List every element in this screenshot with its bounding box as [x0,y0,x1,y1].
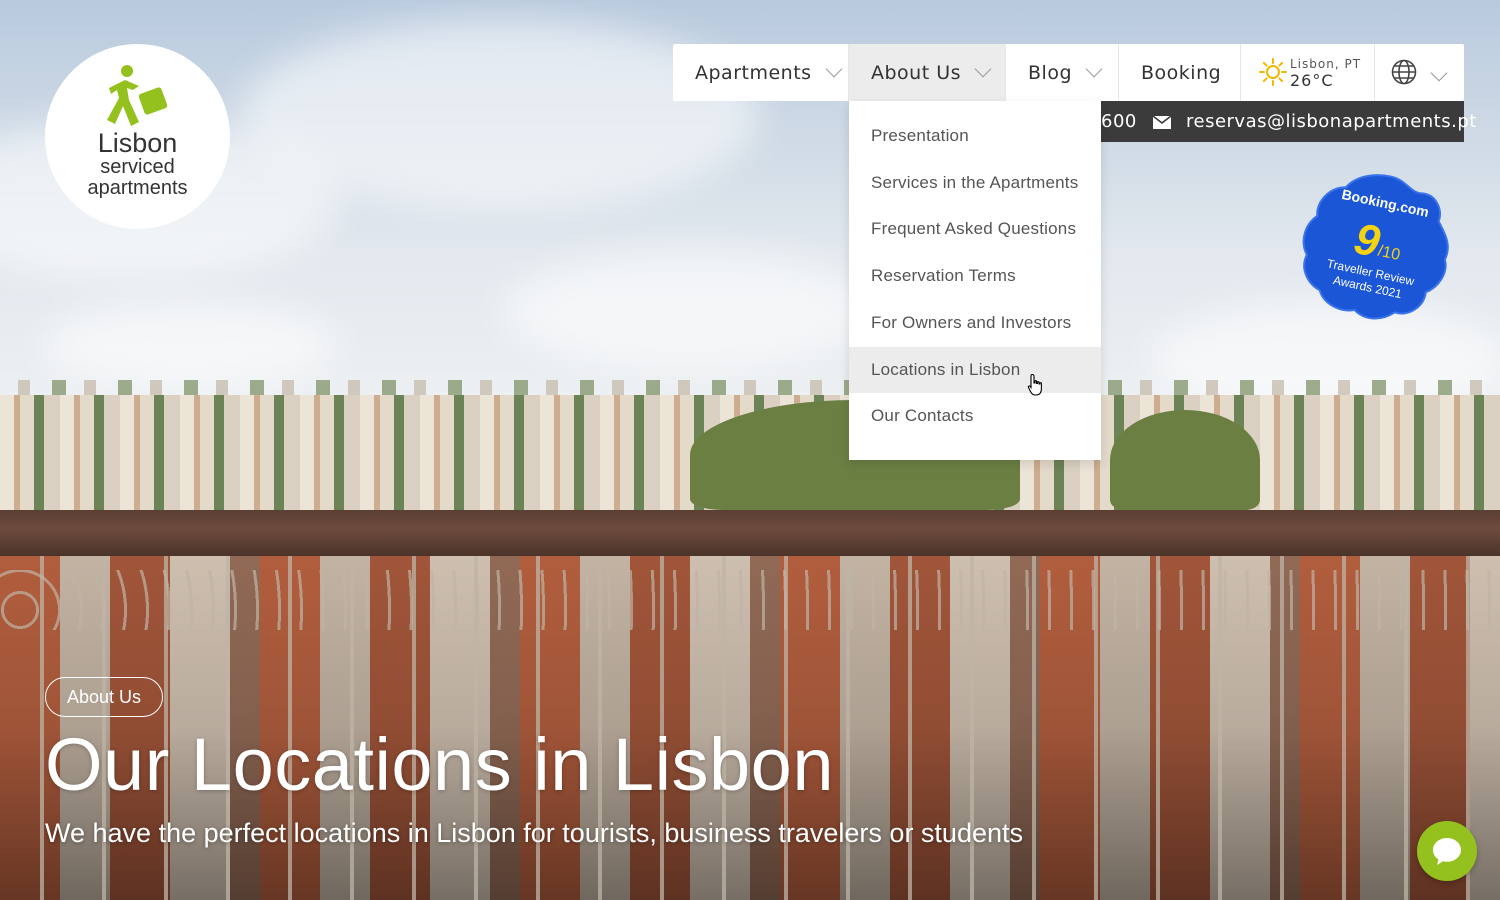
menu-item-contacts[interactable]: Our Contacts [849,393,1101,439]
logo-text-line2: serviced [100,156,175,178]
nav-label-about-us: About Us [871,61,962,84]
chevron-down-icon [974,60,992,78]
menu-item-services[interactable]: Services in the Apartments [849,160,1101,206]
booking-award-badge: Booking.com 9 /10 Traveller Review Award… [1302,174,1449,320]
logo-text-line1: Lisbon [97,128,178,158]
nav-item-apartments[interactable]: Apartments [673,44,849,101]
main-nav: Apartments About Us Blog Booking Lisbon,… [673,44,1464,101]
nav-label-apartments: Apartments [695,61,812,84]
about-us-dropdown-menu: Presentation Services in the Apartments … [849,101,1101,460]
nav-item-blog[interactable]: Blog [1006,44,1119,101]
language-selector[interactable] [1375,44,1464,101]
envelope-icon [1153,116,1171,129]
menu-item-presentation[interactable]: Presentation [849,113,1101,159]
chevron-down-icon [1085,60,1103,78]
menu-item-reservation-terms[interactable]: Reservation Terms [849,253,1101,299]
menu-item-faq[interactable]: Frequent Asked Questions [849,206,1101,252]
menu-item-locations[interactable]: Locations in Lisbon [849,347,1101,393]
traveler-logo-icon [107,65,168,126]
logo-text-line3: apartments [87,177,188,199]
page-title: Our Locations in Lisbon [45,723,834,806]
chevron-down-icon [1430,64,1448,82]
weather-temperature: 26°C [1290,71,1334,90]
contact-bar: 600 reservas@lisbonapartments.pt [1101,101,1476,142]
nav-item-booking[interactable]: Booking [1119,44,1241,101]
chevron-down-icon [825,60,843,78]
globe-icon [1391,59,1417,85]
contact-phone[interactable]: 600 [1101,111,1137,132]
nav-item-about-us[interactable]: About Us [849,44,1006,101]
sun-icon [1259,58,1287,86]
chat-bubble-icon [1433,838,1461,865]
menu-item-owners-investors[interactable]: For Owners and Investors [849,300,1101,346]
nav-label-blog: Blog [1028,61,1072,84]
nav-label-booking: Booking [1141,61,1222,84]
section-pill-about-us[interactable]: About Us [45,677,164,717]
chat-button[interactable] [1417,821,1477,881]
weather-widget: Lisbon, PT 26°C [1241,44,1375,101]
weather-city: Lisbon, PT [1290,57,1362,71]
site-logo[interactable]: Lisbon serviced apartments [45,44,230,229]
contact-email[interactable]: reservas@lisbonapartments.pt [1186,111,1477,132]
hand-cursor-icon [1027,373,1042,396]
page-subtitle: We have the perfect locations in Lisbon … [45,818,1023,848]
